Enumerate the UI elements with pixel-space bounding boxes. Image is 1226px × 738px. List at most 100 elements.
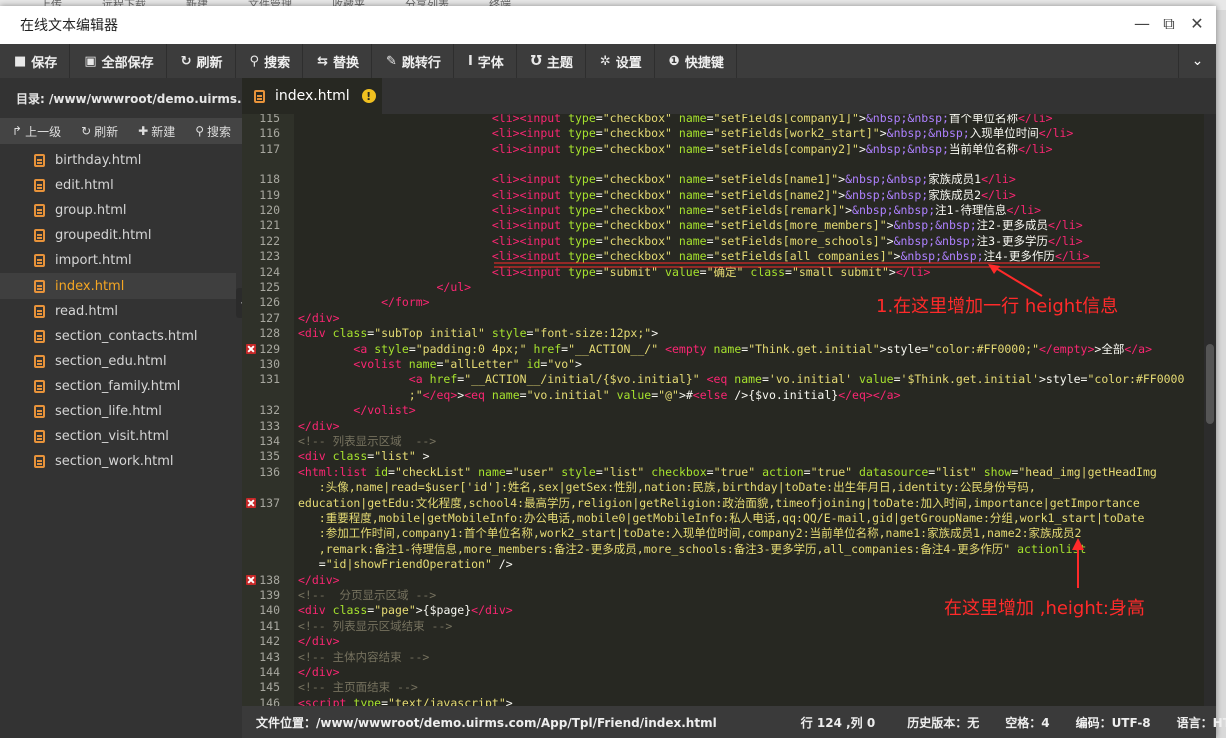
toolbar-button-label: 设置 bbox=[615, 55, 642, 71]
toolbar-button-0[interactable]: ■ 保存 bbox=[0, 44, 71, 78]
tab-bar: index.html ! bbox=[242, 78, 1216, 114]
file-name: birthday.html bbox=[55, 153, 142, 169]
status-bar: 文件位置：/www/wwwroot/demo.uirms.com/App/Tpl… bbox=[242, 706, 1226, 738]
line-number: 124 bbox=[259, 264, 280, 279]
font-icon: Ⅰ bbox=[467, 53, 473, 69]
file-item[interactable]: section_life.html bbox=[0, 399, 242, 424]
status-cursor: 行 124 ,列 0 bbox=[800, 715, 876, 730]
line-number: 146 bbox=[259, 695, 280, 706]
line-number: 120 bbox=[259, 203, 280, 217]
code-text: <html:list id="checkList" name="user" st… bbox=[298, 464, 1157, 479]
code-text: </div> bbox=[298, 634, 340, 649]
toolbar-button-label: 搜索 bbox=[264, 55, 291, 71]
code-text: <li><input type="checkbox" name="setFiel… bbox=[491, 187, 1016, 202]
html5-file-icon bbox=[34, 254, 45, 268]
line-number: 134 bbox=[259, 434, 280, 448]
file-item[interactable]: index.html bbox=[0, 273, 236, 299]
search-icon: ⚲ bbox=[249, 53, 260, 69]
chevron-down-icon[interactable]: ⌄ bbox=[1178, 44, 1216, 78]
error-marker-icon[interactable] bbox=[246, 574, 256, 585]
toolbar-button-label: 全部保存 bbox=[101, 55, 154, 71]
minimize-icon[interactable]: — bbox=[1134, 14, 1150, 34]
file-item[interactable]: section_family.html bbox=[0, 374, 242, 399]
file-item[interactable]: groupedit.html bbox=[0, 223, 242, 248]
html5-file-icon bbox=[254, 89, 265, 103]
status-indent[interactable]: 空格：4 bbox=[1005, 714, 1049, 731]
toolbar-button-7[interactable]: Ʊ 主题 bbox=[517, 44, 586, 78]
line-number: 136 bbox=[259, 464, 280, 479]
vertical-scrollbar[interactable] bbox=[1204, 114, 1216, 706]
line-number: 119 bbox=[259, 187, 280, 202]
toolbar-button-9[interactable]: ❶ 快捷键 bbox=[655, 44, 737, 78]
file-item[interactable]: section_work.html bbox=[0, 449, 242, 474]
replace-icon: ⇆ bbox=[317, 53, 328, 69]
toolbar-button-label: 刷新 bbox=[196, 55, 223, 71]
file-item[interactable]: read.html bbox=[0, 299, 242, 324]
file-item[interactable]: section_contacts.html bbox=[0, 324, 242, 349]
code-editor: index.html ! 115 <li><input type="checkb… bbox=[242, 78, 1216, 706]
sidebar-action-2[interactable]: ✚ 新建 bbox=[126, 123, 183, 140]
toolbar-button-4[interactable]: ⇆ 替换 bbox=[303, 44, 373, 78]
maximize-icon[interactable]: ⧉ bbox=[1162, 14, 1176, 34]
html5-file-icon bbox=[34, 204, 45, 218]
sidebar-action-1[interactable]: ↻ 刷新 bbox=[69, 123, 126, 140]
file-name: section_life.html bbox=[55, 403, 162, 419]
line-number: 117 bbox=[259, 141, 280, 156]
line-number: 142 bbox=[259, 634, 280, 649]
line-number: 133 bbox=[259, 418, 280, 433]
file-list: birthday.html edit.html group.html groupedi… bbox=[0, 144, 242, 474]
toolbar-button-label: 快捷键 bbox=[684, 55, 724, 71]
file-item[interactable]: section_edu.html bbox=[0, 349, 242, 374]
file-item[interactable]: import.html bbox=[0, 248, 242, 273]
file-name: groupedit.html bbox=[55, 228, 152, 244]
toolbar-button-8[interactable]: ✲ 设置 bbox=[586, 44, 655, 78]
status-language[interactable]: 语言：HTML bbox=[1177, 714, 1226, 731]
line-number: 145 bbox=[259, 680, 280, 695]
file-item[interactable]: edit.html bbox=[0, 173, 242, 198]
code-area[interactable]: 115 <li><input type="checkbox" name="set… bbox=[242, 114, 1216, 706]
toolbar-button-3[interactable]: ⚲ 搜索 bbox=[236, 44, 304, 78]
toolbar-button-1[interactable]: ▣ 全部保存 bbox=[70, 44, 167, 78]
toolbar-button-5[interactable]: ✎ 跳转行 bbox=[372, 44, 454, 78]
goto-line-icon: ✎ bbox=[386, 53, 397, 69]
file-item[interactable]: section_visit.html bbox=[0, 424, 242, 449]
file-name: section_work.html bbox=[55, 454, 174, 470]
code-text: ,remark:备注1-待理信息,more_members:备注2-更多成员,m… bbox=[298, 541, 1087, 556]
line-number: 131 bbox=[259, 372, 280, 387]
status-history[interactable]: 历史版本：无 bbox=[907, 714, 979, 731]
code-text: ="id|showFriendOperation" /> bbox=[298, 557, 513, 572]
code-text: <li><input type="checkbox" name="setFiel… bbox=[491, 233, 1083, 248]
code-text: <li><input type="checkbox" name="setFiel… bbox=[491, 114, 1053, 125]
html5-file-icon bbox=[34, 279, 45, 293]
code-text: <div class="list" > bbox=[298, 449, 430, 464]
code-text: <!-- 主体内容结束 --> bbox=[298, 649, 430, 664]
code-text: </form> bbox=[381, 295, 430, 310]
code-text: <!-- 主页面结束 --> bbox=[298, 680, 418, 695]
html5-file-icon bbox=[34, 354, 45, 368]
status-encoding[interactable]: 编码：UTF-8 bbox=[1076, 714, 1151, 731]
error-marker-icon[interactable] bbox=[246, 497, 256, 508]
tab-index-html[interactable]: index.html ! bbox=[242, 78, 382, 114]
file-name: section_contacts.html bbox=[55, 328, 198, 344]
file-name: section_family.html bbox=[55, 378, 181, 394]
error-marker-icon[interactable] bbox=[246, 343, 256, 354]
line-number: 144 bbox=[259, 665, 280, 679]
code-text: <li><input type="checkbox" name="setFiel… bbox=[491, 218, 1083, 233]
toolbar-button-2[interactable]: ↻ 刷新 bbox=[167, 44, 236, 78]
close-icon[interactable]: ✕ bbox=[1190, 14, 1204, 34]
code-text: </div> bbox=[298, 310, 340, 325]
code-text: <volist name="allLetter" id="vo"> bbox=[353, 357, 582, 371]
annotation-text-2: 在这里增加 ,height:身高 bbox=[944, 598, 1145, 619]
scrollbar-thumb[interactable] bbox=[1206, 344, 1214, 424]
code-text: <div class="page">{$page}</div> bbox=[298, 603, 513, 618]
unsaved-warning-icon: ! bbox=[361, 89, 376, 103]
code-text: <script type="text/javascript"> bbox=[298, 695, 513, 706]
file-item[interactable]: group.html bbox=[0, 198, 242, 223]
file-item[interactable]: birthday.html bbox=[0, 148, 242, 173]
sidebar-action-3[interactable]: ⚲ 搜索 bbox=[183, 123, 239, 140]
sidebar-action-label: 刷新 bbox=[94, 124, 119, 139]
sidebar-action-0[interactable]: ↱ 上一级 bbox=[0, 123, 69, 140]
refresh-icon: ↻ bbox=[81, 124, 92, 138]
toolbar-button-6[interactable]: Ⅰ 字体 bbox=[454, 44, 517, 78]
plus-icon: ✚ bbox=[138, 124, 149, 138]
